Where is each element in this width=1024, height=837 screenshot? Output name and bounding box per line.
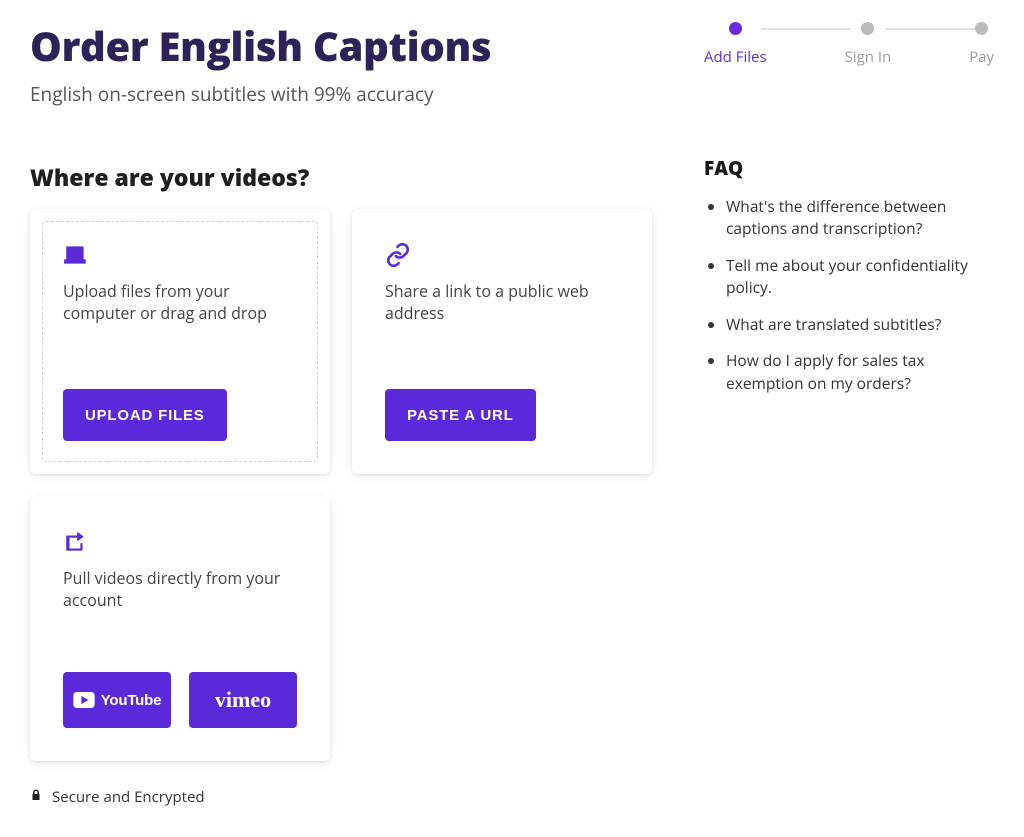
faq-item[interactable]: What's the difference between captions a… <box>726 195 994 240</box>
step-bar <box>761 28 851 30</box>
youtube-label: YouTube <box>101 692 162 709</box>
faq-list: What's the difference between captions a… <box>704 195 994 394</box>
step-dot-icon <box>729 22 742 35</box>
pull-desc: Pull videos directly from your account <box>63 567 297 612</box>
faq-item[interactable]: Tell me about your confidentiality polic… <box>726 254 994 299</box>
step-bar <box>885 28 975 30</box>
youtube-button[interactable]: YouTube <box>63 672 171 728</box>
page-title: Order English Captions <box>30 18 664 73</box>
pull-card: Pull videos directly from your account Y… <box>30 496 330 761</box>
step-label: Add Files <box>704 47 767 67</box>
progress-stepper: Add Files Sign In Pay <box>704 18 994 67</box>
step-sign-in[interactable]: Sign In <box>845 22 892 67</box>
link-icon <box>385 242 619 270</box>
step-add-files[interactable]: Add Files <box>704 22 767 67</box>
lock-icon <box>30 787 42 807</box>
step-dot-icon <box>861 22 874 35</box>
step-pay[interactable]: Pay <box>969 22 994 67</box>
step-dot-icon <box>975 22 988 35</box>
faq-item[interactable]: How do I apply for sales tax exemption o… <box>726 349 994 394</box>
share-out-icon <box>63 529 297 557</box>
page-tagline: English on-screen subtitles with 99% acc… <box>30 81 664 107</box>
paste-url-button[interactable]: Paste a URL <box>385 389 536 441</box>
section-title: Where are your videos? <box>30 161 664 193</box>
upload-files-button[interactable]: Upload Files <box>63 389 227 441</box>
step-label: Sign In <box>845 47 892 67</box>
url-desc: Share a link to a public web address <box>385 280 619 325</box>
faq-title: FAQ <box>704 155 994 181</box>
upload-card[interactable]: Upload files from your computer or drag … <box>30 209 330 474</box>
vimeo-label: vimeo <box>215 687 271 713</box>
upload-desc: Upload files from your computer or drag … <box>63 280 297 325</box>
faq-item[interactable]: What are translated subtitles? <box>726 313 994 335</box>
step-label: Pay <box>969 47 994 67</box>
vimeo-button[interactable]: vimeo <box>189 672 297 728</box>
laptop-icon <box>63 242 297 270</box>
url-card: Share a link to a public web address Pas… <box>352 209 652 474</box>
secure-note: Secure and Encrypted <box>30 787 664 807</box>
secure-text: Secure and Encrypted <box>52 787 205 807</box>
